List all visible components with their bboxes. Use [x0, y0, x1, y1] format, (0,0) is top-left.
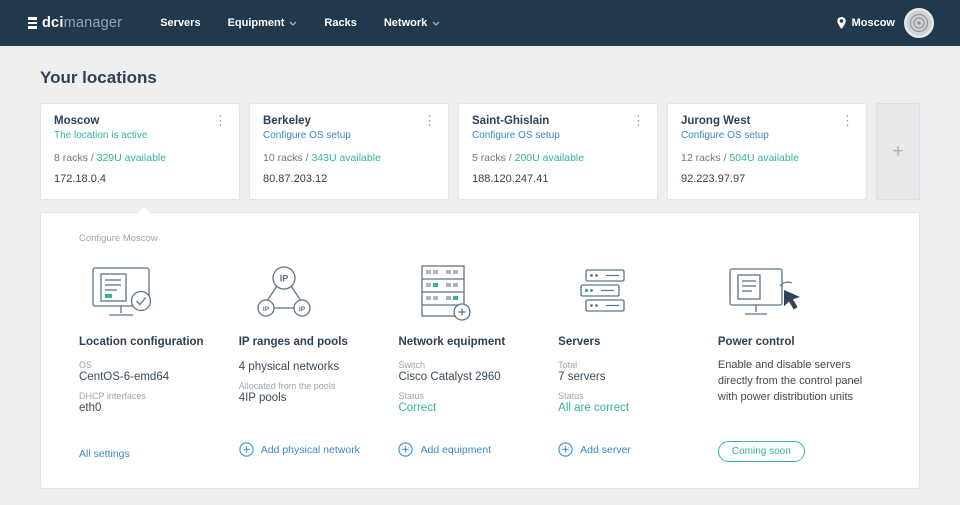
location-ip: 92.223.97.97	[681, 173, 746, 185]
add-equipment-link[interactable]: Add equipment	[398, 442, 491, 457]
logo-icon	[28, 17, 37, 29]
panel-caption: Configure Moscow	[79, 233, 158, 244]
configure-os-link[interactable]: Configure OS setup	[472, 130, 644, 141]
avatar-pattern-icon	[907, 11, 931, 35]
field-value-status: Correct	[398, 402, 437, 414]
add-server-link[interactable]: Add server	[558, 442, 631, 457]
coming-soon-badge: Coming soon	[717, 441, 805, 462]
field-value: Cisco Catalyst 2960	[398, 371, 501, 383]
location-card-moscow[interactable]: Moscow ⋮ The location is active 8 racks …	[40, 103, 240, 200]
kebab-menu-icon[interactable]: ⋮	[417, 112, 442, 129]
configure-os-link[interactable]: Configure OS setup	[263, 130, 435, 141]
monitor-check-icon	[79, 264, 213, 322]
location-ip: 188.120.247.41	[472, 173, 549, 185]
svg-text:IP: IP	[279, 274, 288, 284]
svg-text:IP: IP	[299, 306, 306, 313]
top-navbar: dcimanager Servers Equipment Racks Netwo…	[0, 0, 960, 46]
column-title: Network equipment	[398, 336, 506, 348]
location-switcher[interactable]: Moscow	[836, 16, 895, 30]
location-status: The location is active	[54, 130, 148, 141]
column-title: IP ranges and pools	[238, 336, 348, 348]
location-racks: 5 racks / 200U available	[472, 152, 585, 164]
nav-item-network[interactable]: Network	[384, 17, 440, 29]
main-content: Your locations Moscow ⋮ The location is …	[0, 68, 960, 489]
column-title: Location configuration	[79, 336, 204, 348]
main-nav: Servers Equipment Racks Network	[160, 17, 440, 29]
location-name: Moscow	[54, 115, 100, 127]
svg-text:IP: IP	[263, 306, 270, 313]
plus-circle-icon	[558, 442, 573, 457]
plus-circle-icon	[398, 442, 414, 457]
field-label: DHCP interfaces	[79, 391, 146, 401]
racks-available: 200U available	[514, 152, 585, 164]
chevron-down-icon	[432, 21, 440, 26]
field-label: Allocated from the pools	[238, 381, 336, 391]
location-ip: 80.87.203.12	[263, 173, 328, 185]
field-label: Status	[398, 391, 424, 401]
location-pin-icon	[836, 17, 846, 29]
field-label: Switch	[398, 360, 425, 370]
racks-available: 329U available	[96, 152, 167, 164]
nav-item-racks[interactable]: Racks	[324, 17, 356, 29]
avatar[interactable]	[904, 8, 934, 38]
kebab-menu-icon[interactable]: ⋮	[208, 112, 233, 129]
kebab-menu-icon[interactable]: ⋮	[626, 112, 651, 129]
location-racks: 10 racks / 343U available	[263, 152, 381, 164]
all-settings-link[interactable]: All settings	[79, 448, 130, 460]
location-card-jurong-west[interactable]: Jurong West ⋮ Configure OS setup 12 rack…	[667, 103, 867, 200]
current-location-label: Moscow	[851, 17, 895, 29]
location-card-saint-ghislain[interactable]: Saint-Ghislain ⋮ Configure OS setup 5 ra…	[458, 103, 658, 200]
plus-icon: +	[892, 140, 904, 162]
configure-location-panel: Configure Moscow Location configuration …	[40, 212, 920, 489]
location-ip: 172.18.0.4	[54, 173, 106, 185]
plus-circle-icon	[239, 442, 254, 457]
column-servers: Servers Total 7 servers Status All are c…	[558, 264, 692, 462]
location-name: Saint-Ghislain	[472, 115, 550, 127]
add-location-button[interactable]: +	[876, 103, 920, 200]
field-value: 4 physical networks	[238, 361, 340, 373]
field-value: 4IP pools	[238, 392, 287, 404]
field-value: 7 servers	[558, 371, 606, 383]
field-value: CentOS-6-emd64	[79, 371, 170, 383]
logo-text: dcimanager	[42, 15, 123, 31]
nav-item-equipment[interactable]: Equipment	[228, 17, 298, 29]
field-value: eth0	[79, 402, 102, 414]
column-network-equipment: Network equipment Switch Cisco Catalyst …	[398, 264, 532, 462]
location-card-berkeley[interactable]: Berkeley ⋮ Configure OS setup 10 racks /…	[249, 103, 449, 200]
nav-item-servers[interactable]: Servers	[160, 17, 200, 29]
ip-network-icon: IP IP IP	[239, 264, 373, 322]
power-monitor-cursor-icon	[718, 264, 881, 322]
field-label: Total	[558, 360, 578, 370]
location-name: Berkeley	[263, 115, 311, 127]
location-racks: 8 racks / 329U available	[54, 152, 167, 164]
racks-available: 504U available	[729, 152, 799, 164]
racks-available: 343U available	[311, 152, 381, 164]
servers-stack-icon	[558, 264, 692, 322]
panel-columns: Location configuration OS CentOS-6-emd64…	[61, 264, 899, 462]
field-value-status: All are correct	[558, 402, 630, 414]
column-power-control: Power control Enable and disable servers…	[717, 264, 881, 462]
app-logo[interactable]: dcimanager	[28, 15, 122, 31]
column-description: Enable and disable servers directly from…	[717, 359, 863, 403]
navbar-right: Moscow	[836, 8, 934, 38]
column-title: Servers	[558, 336, 601, 348]
chevron-down-icon	[289, 21, 297, 26]
page-title: Your locations	[40, 68, 157, 87]
column-location-configuration: Location configuration OS CentOS-6-emd64…	[79, 264, 213, 462]
kebab-menu-icon[interactable]: ⋮	[835, 112, 860, 129]
switch-rack-icon	[398, 264, 532, 322]
column-ip-ranges-pools: IP IP IP IP ranges and pools 4 physical …	[239, 264, 373, 462]
field-label: OS	[79, 360, 93, 370]
location-name: Jurong West	[681, 115, 751, 127]
location-racks: 12 racks / 504U available	[681, 152, 799, 164]
field-label: Status	[558, 391, 584, 401]
location-cards-row: Moscow ⋮ The location is active 8 racks …	[40, 103, 920, 200]
column-title: Power control	[717, 336, 795, 348]
configure-os-link[interactable]: Configure OS setup	[681, 130, 853, 141]
add-physical-network-link[interactable]: Add physical network	[239, 442, 360, 457]
